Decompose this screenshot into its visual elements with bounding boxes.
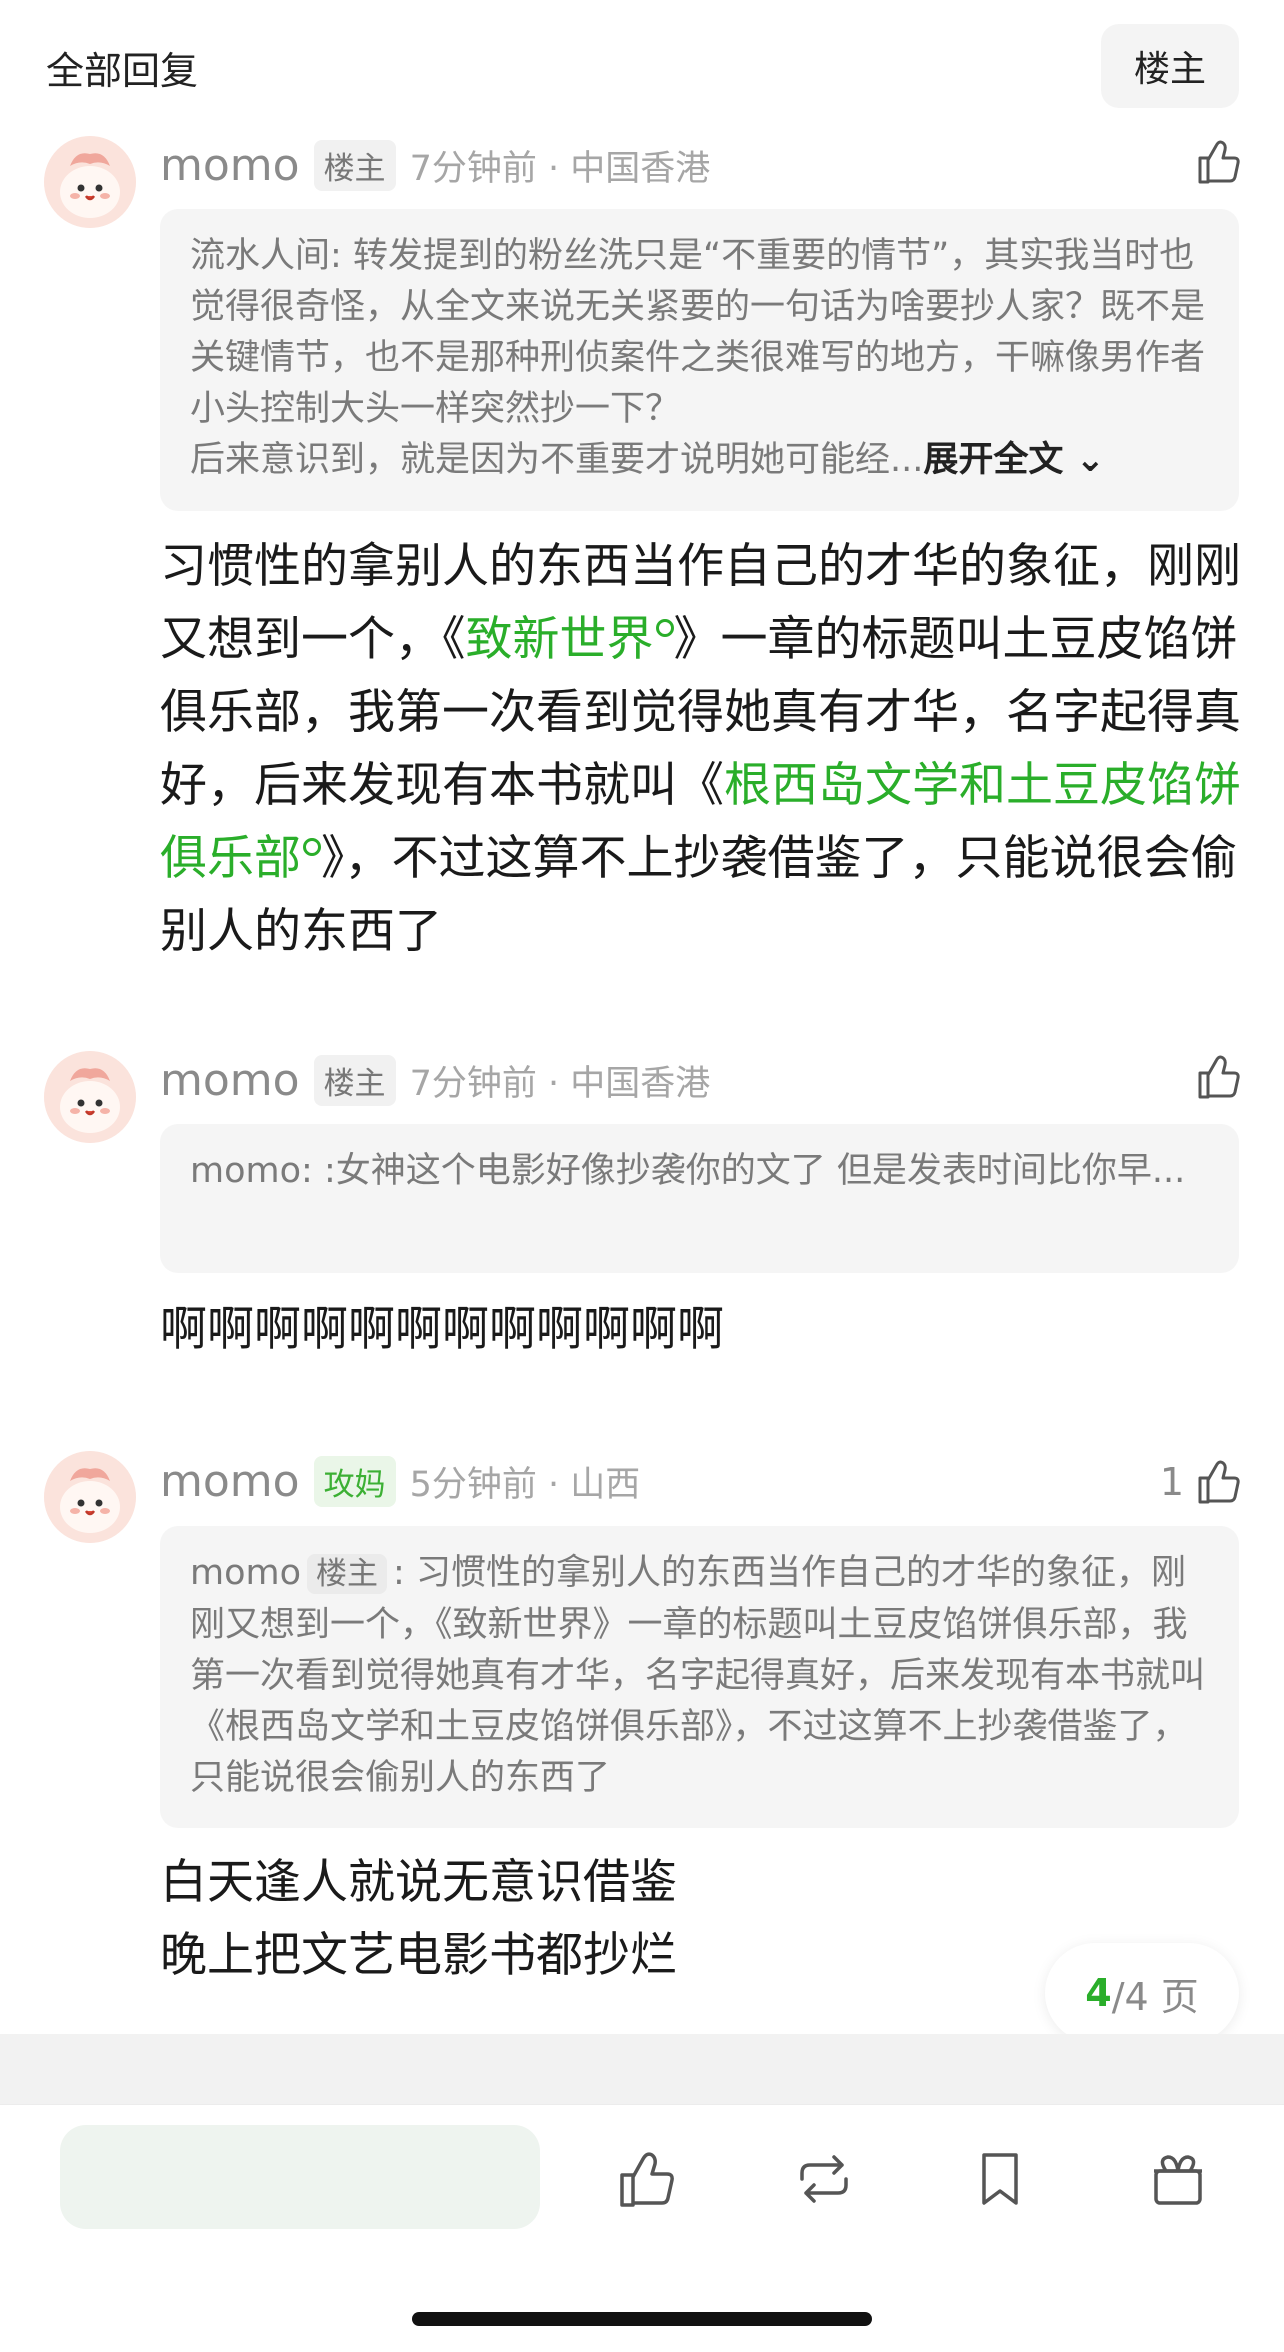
search-icon: [303, 838, 321, 856]
thumbs-up-icon: [1198, 1460, 1240, 1504]
all-replies-title: 全部回复: [46, 49, 199, 93]
body-line: 白天逢人就说无意识借鉴: [160, 1855, 677, 1910]
quote-author: 流水人间: [190, 236, 331, 276]
avatar[interactable]: [44, 1051, 136, 1143]
bookmark-icon[interactable]: [966, 2145, 1034, 2213]
comment-meta: momo 楼主 7分钟前 · 中国香港: [160, 139, 711, 191]
comment-meta: momo 攻妈 5分钟前 · 山西: [160, 1455, 641, 1507]
reply-input[interactable]: [60, 2125, 540, 2229]
repost-icon[interactable]: [790, 2145, 858, 2213]
body-text: 》，不过这算不上抄袭借鉴了，只能说很会偷别人的东西了: [160, 831, 1238, 959]
quote-text: :女神这个电影好像抄袭你的文了 但是发表时间比你早...: [323, 1151, 1186, 1191]
expand-full-button[interactable]: 展开全文 ⌄: [923, 440, 1105, 480]
quoted-reply[interactable]: 流水人间: 转发提到的粉丝洗只是“不重要的情节”，其实我当时也觉得很奇怪，从全文…: [160, 209, 1239, 511]
avatar[interactable]: [44, 1451, 136, 1543]
username[interactable]: momo: [160, 1055, 300, 1106]
page-indicator[interactable]: 4/4 页: [1045, 1943, 1239, 2043]
like-button[interactable]: [1184, 1049, 1244, 1105]
quote-text-2: 后来意识到，就是因为不重要才说明她可能经...: [190, 440, 924, 480]
section-divider: [0, 2034, 1284, 2104]
like-button[interactable]: [1184, 134, 1244, 190]
like-count: 1: [1159, 1460, 1184, 1504]
total-pages: /4 页: [1111, 1974, 1199, 2019]
username[interactable]: momo: [160, 1456, 300, 1507]
poster-only-button[interactable]: 楼主: [1101, 24, 1239, 108]
thumbs-up-icon: [1198, 140, 1240, 184]
quote-author: momo: [190, 1553, 302, 1593]
op-badge: 楼主: [307, 1554, 388, 1594]
thumbs-up-icon: [1198, 1055, 1240, 1099]
like-button[interactable]: 1: [1160, 1454, 1244, 1510]
time-location: 7分钟前 · 中国香港: [409, 148, 711, 189]
quoted-reply[interactable]: momo: :女神这个电影好像抄袭你的文了 但是发表时间比你早...: [160, 1124, 1239, 1273]
gift-icon[interactable]: [1144, 2145, 1212, 2213]
comment-body: 啊啊啊啊啊啊啊啊啊啊啊啊: [160, 1302, 724, 1357]
comment-body: 习惯性的拿别人的东西当作自己的才华的象征，刚刚又想到一个，《致新世界 》一章的标题…: [160, 530, 1245, 968]
quote-author: momo: [190, 1151, 302, 1191]
time-location: 5分钟前 · 山西: [409, 1464, 641, 1505]
op-badge: 楼主: [313, 139, 396, 191]
quoted-reply[interactable]: momo 楼主: 习惯性的拿别人的东西当作自己的才华的象征，刚刚又想到一个，《致新…: [160, 1526, 1239, 1828]
search-icon: [655, 619, 674, 637]
like-icon[interactable]: [612, 2145, 680, 2213]
fan-badge: 攻妈: [313, 1455, 396, 1507]
username[interactable]: momo: [160, 140, 300, 191]
book-link[interactable]: 致新世界: [466, 612, 674, 667]
op-badge: 楼主: [313, 1054, 396, 1106]
home-indicator: [412, 2312, 872, 2326]
comment-meta: momo 楼主 7分钟前 · 中国香港: [160, 1054, 711, 1106]
time-location: 7分钟前 · 中国香港: [409, 1063, 711, 1104]
quote-text: 转发提到的粉丝洗只是“不重要的情节”，其实我当时也觉得很奇怪，从全文来说无关紧要…: [190, 236, 1206, 429]
current-page: 4: [1085, 1971, 1112, 2015]
reply-header: 全部回复 楼主: [0, 0, 1284, 120]
avatar[interactable]: [44, 136, 136, 228]
